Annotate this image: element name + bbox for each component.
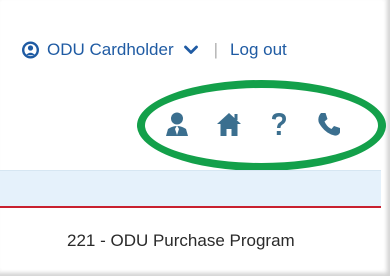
user-bar: ODU Cardholder | Log out (22, 37, 287, 63)
chevron-down-icon (183, 45, 198, 55)
user-icon (22, 41, 39, 59)
person-icon[interactable] (163, 110, 191, 138)
home-icon[interactable] (215, 110, 243, 138)
toolbar-icons (163, 108, 367, 140)
logout-link[interactable]: Log out (230, 40, 287, 60)
menu-separator: | (213, 40, 219, 59)
user-menu-dropdown[interactable]: ODU Cardholder (22, 40, 198, 60)
info-band (0, 170, 381, 206)
page-frame: ODU Cardholder | Log out 221 - ODU Purch… (0, 0, 390, 276)
program-label: 221 - ODU Purchase Program (67, 231, 295, 250)
phone-icon[interactable] (315, 110, 343, 138)
accent-divider (0, 206, 381, 208)
user-menu-label: ODU Cardholder (47, 40, 174, 59)
help-icon[interactable] (267, 110, 291, 138)
